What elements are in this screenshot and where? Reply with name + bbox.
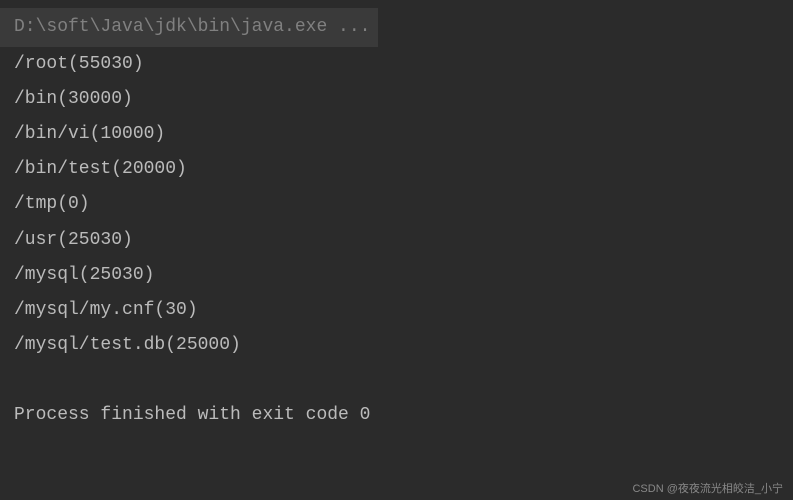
- java-command-header: D:\soft\Java\jdk\bin\java.exe ...: [0, 8, 378, 47]
- output-line: /mysql/test.db(25000): [14, 328, 793, 363]
- console-output: D:\soft\Java\jdk\bin\java.exe ... /root(…: [0, 0, 793, 433]
- output-line: /usr(25030): [14, 223, 793, 258]
- blank-line: [14, 363, 793, 398]
- output-line: /mysql(25030): [14, 258, 793, 293]
- watermark: CSDN @夜夜流光相皎洁_小宁: [632, 480, 783, 496]
- output-line: /root(55030): [14, 47, 793, 82]
- output-line: /bin/vi(10000): [14, 117, 793, 152]
- output-line: /mysql/my.cnf(30): [14, 293, 793, 328]
- output-line: /bin/test(20000): [14, 152, 793, 187]
- output-line: /tmp(0): [14, 187, 793, 222]
- output-line: /bin(30000): [14, 82, 793, 117]
- process-exit-line: Process finished with exit code 0: [14, 398, 793, 433]
